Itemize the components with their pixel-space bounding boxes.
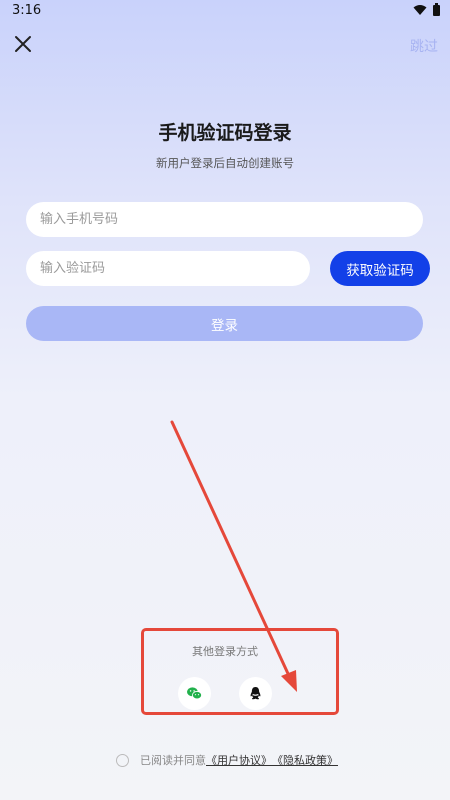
qq-icon <box>250 687 261 700</box>
other-login-label: 其他登录方式 <box>192 645 258 658</box>
get-code-button[interactable]: 获取验证码 <box>330 251 430 286</box>
agreement-checkbox[interactable] <box>116 753 129 767</box>
qq-login-button[interactable] <box>239 677 272 710</box>
wechat-icon <box>187 687 202 700</box>
wechat-login-button[interactable] <box>178 677 211 710</box>
status-bar: 3:16 <box>0 0 450 24</box>
agreement-row: 已阅读并同意 《用户协议》 《隐私政策》 <box>116 751 338 769</box>
status-icons <box>413 2 440 16</box>
page-subtitle: 新用户登录后自动创建账号 <box>156 156 294 170</box>
battery-icon <box>433 2 440 16</box>
close-icon <box>15 36 31 52</box>
close-button[interactable] <box>12 33 34 55</box>
page-title: 手机验证码登录 <box>158 122 292 144</box>
skip-button[interactable]: 跳过 <box>410 36 438 56</box>
annotation-highlight-box <box>141 628 339 715</box>
login-button[interactable]: 登录 <box>26 306 423 341</box>
agreement-prefix: 已阅读并同意 <box>140 754 206 767</box>
status-time: 3:16 <box>12 3 42 18</box>
privacy-policy-link[interactable]: 《隐私政策》 <box>272 752 338 768</box>
verification-code-input[interactable] <box>26 251 310 286</box>
wifi-icon <box>413 5 427 15</box>
user-agreement-link[interactable]: 《用户协议》 <box>206 752 272 768</box>
phone-input[interactable] <box>26 202 423 237</box>
